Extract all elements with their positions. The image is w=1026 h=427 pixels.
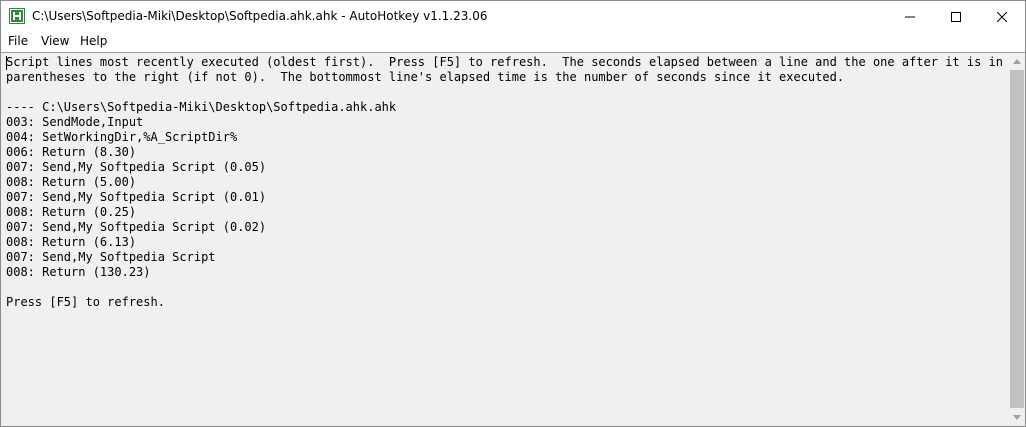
text-line: Script lines most recently executed (old… [6,55,1003,69]
text-line: 007: Send,My Softpedia Script (0.05) [6,160,267,174]
text-line: 007: Send,My Softpedia Script [6,250,216,264]
menu-view[interactable]: View [41,34,69,48]
minimize-button[interactable] [887,1,933,32]
autohotkey-icon [9,8,25,24]
text-line: 004: SetWorkingDir,%A_ScriptDir% [6,130,238,144]
text-line: 006: Return (8.30) [6,145,137,159]
text-line: parentheses to the right (if not 0). The… [6,70,845,84]
text-line: 008: Return (6.13) [6,235,137,249]
text-line: 008: Return (130.23) [6,265,151,279]
script-lines-text-area[interactable]: Script lines most recently executed (old… [1,52,1009,426]
scroll-thumb[interactable] [1010,70,1024,408]
menu-help[interactable]: Help [80,34,107,48]
script-lines-text: Script lines most recently executed (old… [6,55,1003,310]
text-line: ---- C:\Users\Softpedia-Miki\Desktop\Sof… [6,100,397,114]
menu-file[interactable]: File [8,34,28,48]
window-title: C:\Users\Softpedia-Miki\Desktop\Softpedi… [32,9,488,23]
minimize-icon [905,16,915,17]
text-line: 003: SendMode,Input [6,115,144,129]
autohotkey-window: C:\Users\Softpedia-Miki\Desktop\Softpedi… [0,0,1026,427]
menu-bar: File View Help [1,32,1025,52]
text-line: 007: Send,My Softpedia Script (0.02) [6,220,267,234]
scroll-up-button[interactable] [1009,53,1025,70]
text-line: 007: Send,My Softpedia Script (0.01) [6,190,267,204]
title-bar[interactable]: C:\Users\Softpedia-Miki\Desktop\Softpedi… [1,1,1025,32]
maximize-icon [951,11,961,22]
vertical-scrollbar[interactable] [1009,52,1025,426]
chevron-down-icon [1013,415,1021,420]
text-line: Press [F5] to refresh. [6,295,165,309]
chevron-up-icon [1013,59,1021,64]
text-line: 008: Return (5.00) [6,175,137,189]
close-button[interactable] [979,1,1025,32]
text-line: 008: Return (0.25) [6,205,137,219]
text-caret [6,56,7,70]
close-icon [997,11,1007,22]
maximize-button[interactable] [933,1,979,32]
scroll-down-button[interactable] [1009,409,1025,426]
